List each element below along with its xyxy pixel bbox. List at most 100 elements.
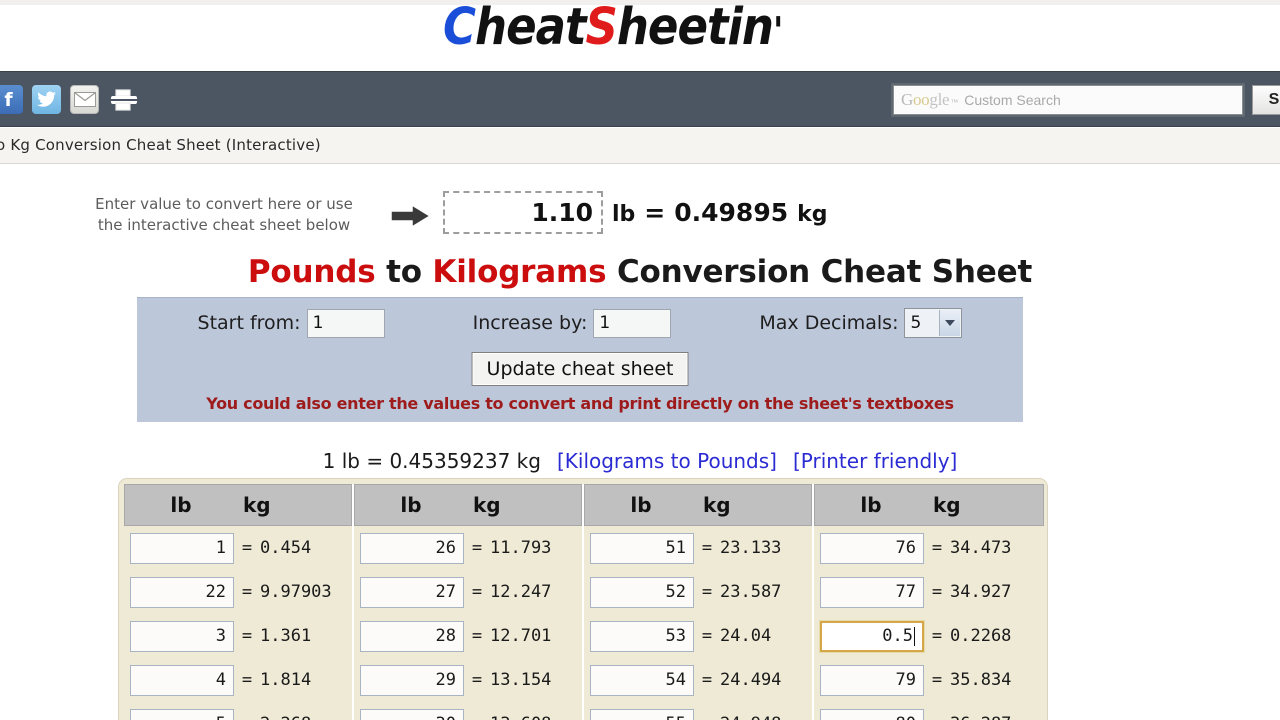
table-row: 1 = 0.454	[124, 526, 352, 570]
lb-input[interactable]: 4	[130, 664, 234, 696]
equals-sign: =	[471, 670, 483, 690]
equals-sign: =	[931, 582, 943, 602]
start-from-input[interactable]: 1	[306, 308, 385, 338]
converter-from-unit: lb	[612, 202, 636, 227]
table-row: 30=13.608	[354, 702, 582, 720]
search-button[interactable]: S	[1252, 85, 1280, 115]
kg-value: 34.927	[950, 582, 1012, 602]
equals-sign: =	[471, 582, 483, 602]
lb-input[interactable]: 28	[360, 620, 464, 652]
printer-glyph	[111, 88, 137, 111]
lb-input[interactable]: 80	[820, 708, 924, 720]
title-word-to: to	[386, 254, 422, 290]
text-cursor	[914, 626, 915, 646]
table-columns: lbkg1=0.45422=9.979033=1.3614=1.8145=2.2…	[124, 484, 1044, 720]
logo-apostrophe: '	[772, 9, 783, 55]
lb-input[interactable]: 76	[820, 532, 924, 564]
increase-by-field: Increase by: 1	[473, 308, 672, 338]
kg-value: 1.361	[260, 626, 312, 646]
logo-text-heat: heat	[475, 0, 586, 57]
kilograms-to-pounds-link[interactable]: [Kilograms to Pounds]	[557, 449, 777, 473]
header-lb: lb	[400, 493, 422, 517]
site-logo[interactable]: CheatSheetin'	[443, 0, 783, 57]
equals-sign: =	[241, 626, 253, 646]
search-placeholder: Google ™ Custom Search	[901, 90, 1061, 110]
table-row: 76 = 34.473	[814, 526, 1044, 570]
table-row: 26 = 11.793	[354, 526, 582, 570]
lb-input[interactable]: 3	[130, 620, 234, 652]
converter-equals: =	[644, 198, 666, 227]
kg-value: 1.814	[260, 670, 312, 690]
kg-value: 12.701	[490, 626, 552, 646]
printer-icon[interactable]	[108, 85, 140, 114]
converter-hint-line1: Enter value to convert here or use	[95, 195, 353, 213]
table-row: 28 = 12.701	[354, 614, 582, 658]
max-decimals-label: Max Decimals:	[759, 312, 899, 334]
title-word-kilograms: Kilograms	[432, 254, 607, 290]
kg-value: 36.287	[950, 714, 1011, 720]
equals-sign: =	[464, 714, 490, 720]
chevron-down-icon[interactable]	[939, 310, 961, 336]
logo-text-heetin: heetin	[616, 0, 774, 57]
table-row: 80=36.287	[814, 702, 1044, 720]
arrow-glyph	[390, 203, 432, 229]
kg-value: 23.587	[720, 582, 782, 602]
twitter-icon[interactable]	[32, 85, 61, 114]
kg-value: 13.608	[490, 714, 551, 720]
logo-band: CheatSheetin'	[0, 0, 1280, 71]
settings-fields-row: Start from: 1 Increase by: 1 Max Decimal…	[137, 308, 1023, 338]
conversion-factor-text: 1 lb = 0.45359237 kg	[322, 449, 541, 473]
lb-input[interactable]: 30	[360, 708, 464, 720]
increase-by-input[interactable]: 1	[593, 308, 672, 338]
main-content: Enter value to convert here or use the i…	[0, 164, 1280, 720]
arrow-right-icon	[390, 203, 432, 229]
lb-input[interactable]: 52	[590, 576, 694, 608]
lb-input[interactable]: 79	[820, 664, 924, 696]
table-column-header: lb kg	[584, 484, 812, 526]
converter-hint: Enter value to convert here or use the i…	[68, 194, 380, 236]
max-decimals-value: 5	[910, 313, 922, 333]
table-row: 55=24.948	[584, 702, 812, 720]
printer-friendly-link[interactable]: [Printer friendly]	[793, 449, 957, 473]
lb-input[interactable]: 27	[360, 576, 464, 608]
equals-sign: =	[241, 538, 253, 558]
update-cheat-sheet-button[interactable]: Update cheat sheet	[471, 352, 689, 386]
table-row: 53 = 24.04	[584, 614, 812, 658]
equals-sign: =	[234, 714, 260, 720]
lb-input[interactable]: 5	[130, 708, 234, 720]
kg-value: 11.793	[490, 538, 552, 558]
equals-sign: =	[931, 538, 943, 558]
lb-input[interactable]: 51	[590, 532, 694, 564]
lb-input[interactable]: 1	[130, 532, 234, 564]
kg-value: 12.247	[490, 582, 552, 602]
email-icon[interactable]	[70, 85, 99, 114]
lb-input[interactable]: 29	[360, 664, 464, 696]
quick-converter: Enter value to convert here or use the i…	[0, 178, 1280, 234]
start-from-field: Start from: 1	[197, 308, 385, 338]
converter-input[interactable]: 1.10	[443, 191, 603, 234]
equals-sign: =	[701, 670, 713, 690]
start-from-label: Start from:	[197, 312, 301, 334]
title-word-rest: Conversion Cheat Sheet	[616, 254, 1033, 290]
search-input[interactable]: Google ™ Custom Search	[893, 85, 1243, 115]
header-lb: lb	[860, 493, 882, 517]
facebook-icon[interactable]: f	[0, 85, 23, 114]
settings-panel: Start from: 1 Increase by: 1 Max Decimal…	[137, 297, 1023, 422]
logo-letter-s: S	[585, 0, 617, 57]
table-row: 0.5 = 0.2268	[814, 614, 1044, 658]
google-tm: ™	[950, 98, 959, 107]
table-row: 54 = 24.494	[584, 658, 812, 702]
table-row: 52 = 23.587	[584, 570, 812, 614]
lb-input[interactable]: 26	[360, 532, 464, 564]
max-decimals-select[interactable]: 5	[904, 308, 963, 338]
kg-value: 35.834	[950, 670, 1012, 690]
logo-letter-c: C	[443, 0, 476, 57]
lb-input[interactable]: 77	[820, 576, 924, 608]
lb-input[interactable]: 0.5	[820, 620, 924, 652]
lb-input[interactable]: 22	[130, 576, 234, 608]
lb-input[interactable]: 53	[590, 620, 694, 652]
kg-value: 2.268	[260, 714, 311, 720]
lb-input[interactable]: 54	[590, 664, 694, 696]
table-column-header: lb kg	[124, 484, 352, 526]
lb-input[interactable]: 55	[590, 708, 694, 720]
